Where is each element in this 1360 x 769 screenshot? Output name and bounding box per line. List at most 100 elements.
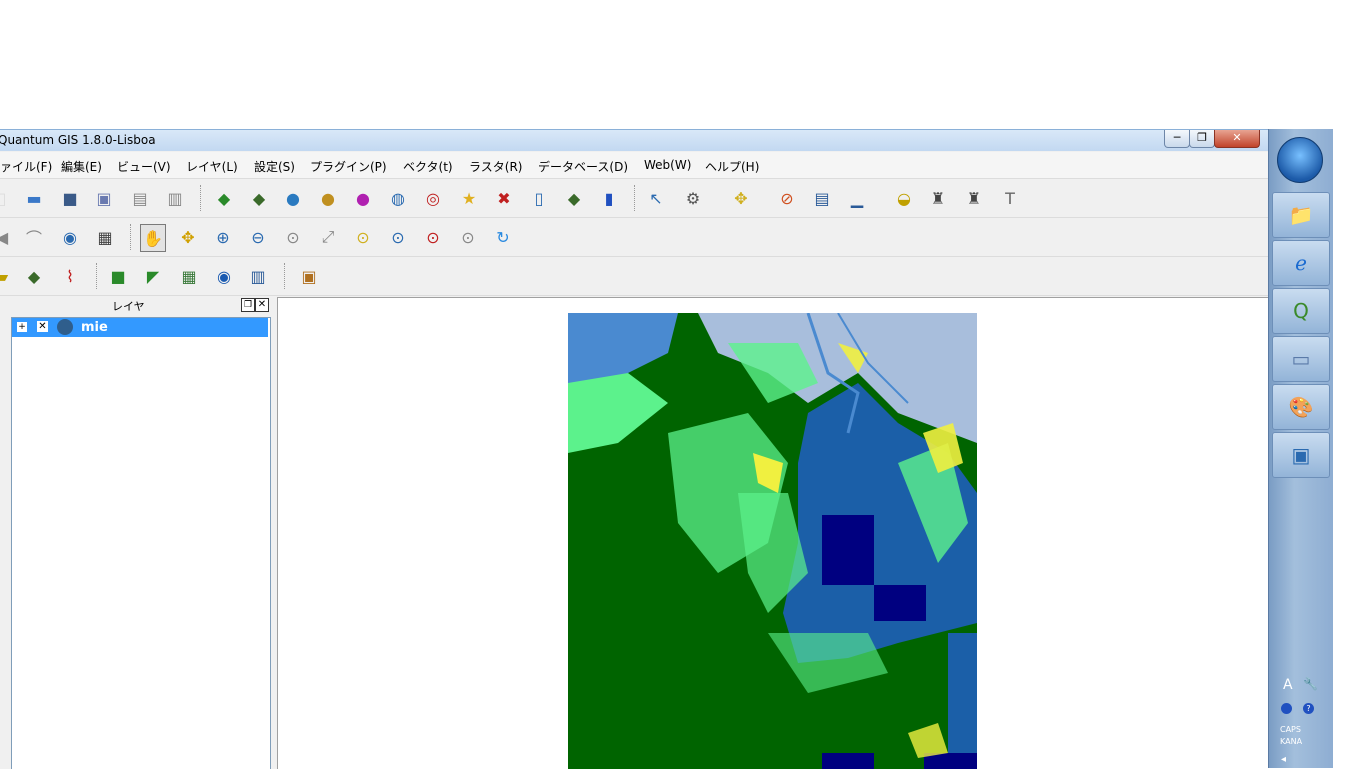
add-oracle-icon[interactable]: ▮ bbox=[597, 187, 621, 209]
menu-edit[interactable]: 編集(E) bbox=[61, 158, 102, 175]
identify-icon[interactable]: ↖ bbox=[644, 187, 668, 209]
zoom-actual-size-icon[interactable]: ⊙ bbox=[281, 226, 305, 248]
expand-icon[interactable]: + bbox=[17, 322, 27, 332]
remove-layer-icon[interactable]: ✖ bbox=[492, 187, 516, 209]
zoom-out-icon[interactable]: ⊖ bbox=[246, 226, 270, 248]
run-action-icon[interactable]: ⚙ bbox=[681, 187, 705, 209]
ime-icon[interactable]: A bbox=[1283, 677, 1293, 693]
zoom-next-icon[interactable]: ⊙ bbox=[456, 226, 480, 248]
qgis-window: Quantum GIS 1.8.0-Lisboa ─ ❐ ✕ ファイル(F) 編… bbox=[0, 129, 1268, 769]
attribute-table-icon[interactable]: ▤ bbox=[810, 187, 834, 209]
scroll-left-icon[interactable]: ◂ bbox=[1281, 754, 1286, 765]
menu-bar: ファイル(F) 編集(E) ビュー(V) レイヤ(L) 設定(S) プラグイン(… bbox=[0, 152, 1268, 179]
raster-calculator-icon[interactable]: ◉ bbox=[212, 265, 236, 287]
add-wfs-layer-icon[interactable]: ◎ bbox=[421, 187, 445, 209]
window-title: Quantum GIS 1.8.0-Lisboa bbox=[0, 133, 156, 147]
raster-layer-icon bbox=[57, 319, 73, 335]
minimize-button[interactable]: ─ bbox=[1164, 130, 1190, 148]
explorer-icon[interactable]: 📁 bbox=[1272, 192, 1330, 238]
menu-layer[interactable]: レイヤ(L) bbox=[186, 158, 238, 175]
add-feature-icon[interactable]: ◆ bbox=[22, 265, 46, 287]
qgis-icon[interactable]: Q bbox=[1272, 288, 1330, 334]
add-mssql-layer-icon[interactable]: ● bbox=[351, 187, 375, 209]
gps-icon[interactable]: ▦ bbox=[93, 226, 117, 248]
pan-icon[interactable]: ✋ bbox=[140, 224, 166, 252]
openlayers-icon[interactable]: ◤ bbox=[141, 265, 165, 287]
db-manager-icon[interactable]: ▥ bbox=[246, 265, 270, 287]
text-annotation-icon[interactable]: T bbox=[998, 187, 1022, 209]
new-spatialite-icon[interactable]: ▯ bbox=[527, 187, 551, 209]
georeferencer-icon[interactable]: ■ bbox=[106, 265, 130, 287]
caps-indicator: CAPS bbox=[1280, 725, 1301, 734]
add-postgis-layer-icon[interactable]: ● bbox=[281, 187, 305, 209]
toolbar-row-3: ▰ ◆ ⌇ ■ ◤ ▦ ◉ ▥ ▣ bbox=[0, 257, 1268, 296]
zoom-last-icon[interactable]: ◀ bbox=[0, 226, 14, 248]
add-vector-layer-icon[interactable]: ◆ bbox=[212, 187, 236, 209]
layer-list[interactable]: + ✕ mie bbox=[11, 317, 271, 769]
pan-to-selection-icon[interactable]: ✥ bbox=[176, 226, 200, 248]
menu-help[interactable]: ヘルプ(H) bbox=[705, 158, 759, 175]
menu-settings[interactable]: 設定(S) bbox=[254, 158, 295, 175]
open-project-icon[interactable]: ▬ bbox=[22, 187, 46, 209]
zoom-to-layer-icon[interactable]: ⊙ bbox=[386, 226, 410, 248]
help-icon[interactable]: ? bbox=[1303, 703, 1314, 714]
show-bookmarks-icon[interactable]: ♜ bbox=[962, 187, 986, 209]
zoom-full-icon[interactable]: ⤢ bbox=[316, 226, 340, 248]
menu-database[interactable]: データベース(D) bbox=[538, 158, 628, 175]
paint-icon[interactable]: 🎨 bbox=[1272, 384, 1330, 430]
float-panel-button[interactable]: ❐ bbox=[241, 298, 255, 312]
toolbar-row-2: ◀ ⌒ ◉ ▦ ✋ ✥ ⊕ ⊖ ⊙ ⤢ ⊙ ⊙ ⊙ ⊙ ↻ bbox=[0, 218, 1268, 257]
save-as-icon[interactable]: ▣ bbox=[92, 187, 116, 209]
globe-icon[interactable]: ◉ bbox=[58, 226, 82, 248]
add-wms-layer-icon[interactable]: ◍ bbox=[386, 187, 410, 209]
title-bar[interactable]: Quantum GIS 1.8.0-Lisboa ─ ❐ ✕ bbox=[0, 130, 1268, 151]
close-button[interactable]: ✕ bbox=[1214, 130, 1260, 148]
layers-panel-title: レイヤ bbox=[112, 300, 145, 313]
notepad-icon[interactable]: ▭ bbox=[1272, 336, 1330, 382]
menu-view[interactable]: ビュー(V) bbox=[117, 158, 171, 175]
maximize-button[interactable]: ❐ bbox=[1189, 130, 1215, 148]
start-button[interactable] bbox=[1277, 137, 1323, 183]
map-tips-icon[interactable]: ◒ bbox=[892, 187, 916, 209]
new-project-icon[interactable]: ▯ bbox=[0, 187, 14, 209]
measure-icon[interactable]: ▁ bbox=[845, 187, 869, 209]
histogram-icon[interactable]: ⌒ bbox=[22, 226, 46, 248]
select-icon[interactable]: ✥ bbox=[729, 187, 753, 209]
new-bookmark-icon[interactable]: ♜ bbox=[926, 187, 950, 209]
print-composer-icon[interactable]: ▤ bbox=[128, 187, 152, 209]
menu-web[interactable]: Web(W) bbox=[644, 158, 691, 172]
add-raster-layer-icon[interactable]: ◆ bbox=[247, 187, 271, 209]
visibility-checkbox[interactable]: ✕ bbox=[37, 321, 48, 332]
tools-icon[interactable]: 🔧 bbox=[1303, 677, 1318, 691]
map-canvas[interactable] bbox=[277, 297, 1268, 769]
kana-indicator: KANA bbox=[1280, 737, 1303, 746]
network-icon[interactable] bbox=[1281, 703, 1292, 714]
menu-raster[interactable]: ラスタ(R) bbox=[469, 158, 522, 175]
close-panel-button[interactable]: ✕ bbox=[255, 298, 269, 312]
heatmap-icon[interactable]: ▦ bbox=[177, 265, 201, 287]
add-delimited-text-icon[interactable]: ◆ bbox=[562, 187, 586, 209]
layer-name: mie bbox=[81, 320, 108, 335]
windows-taskbar: 📁 ℯ Q ▭ 🎨 ▣ A 🔧 ? CAPS KANA ◂ bbox=[1268, 129, 1333, 768]
toolbar-row-1: ▯ ▬ ■ ▣ ▤ ▥ ◆ ◆ ● ● ● ◍ ◎ ★ ✖ ▯ ◆ ▮ ↖ ⚙ … bbox=[0, 179, 1268, 218]
node-tool-icon[interactable]: ⌇ bbox=[58, 265, 82, 287]
menu-plugins[interactable]: プラグイン(P) bbox=[310, 158, 387, 175]
photo-viewer-icon[interactable]: ▣ bbox=[1272, 432, 1330, 478]
menu-file[interactable]: ファイル(F) bbox=[0, 158, 52, 175]
refresh-icon[interactable]: ↻ bbox=[491, 226, 515, 248]
zoom-in-icon[interactable]: ⊕ bbox=[211, 226, 235, 248]
zoom-last-view-icon[interactable]: ⊙ bbox=[421, 226, 445, 248]
composer-manager-icon[interactable]: ▥ bbox=[163, 187, 187, 209]
toggle-editing-icon[interactable]: ▰ bbox=[0, 265, 14, 287]
deselect-icon[interactable]: ⊘ bbox=[775, 187, 799, 209]
zoom-to-selection-icon[interactable]: ⊙ bbox=[351, 226, 375, 248]
internet-explorer-icon[interactable]: ℯ bbox=[1272, 240, 1330, 286]
layers-panel: レイヤ ❐ ✕ + ✕ mie bbox=[0, 296, 272, 769]
add-spatialite-layer-icon[interactable]: ● bbox=[316, 187, 340, 209]
new-shapefile-icon[interactable]: ★ bbox=[457, 187, 481, 209]
save-project-icon[interactable]: ■ bbox=[58, 187, 82, 209]
menu-vector[interactable]: ベクタ(t) bbox=[403, 158, 453, 175]
screenshot-icon[interactable]: ▣ bbox=[297, 265, 321, 287]
layer-row-mie[interactable]: + ✕ mie bbox=[12, 318, 268, 337]
raster-map-mie bbox=[568, 313, 977, 769]
